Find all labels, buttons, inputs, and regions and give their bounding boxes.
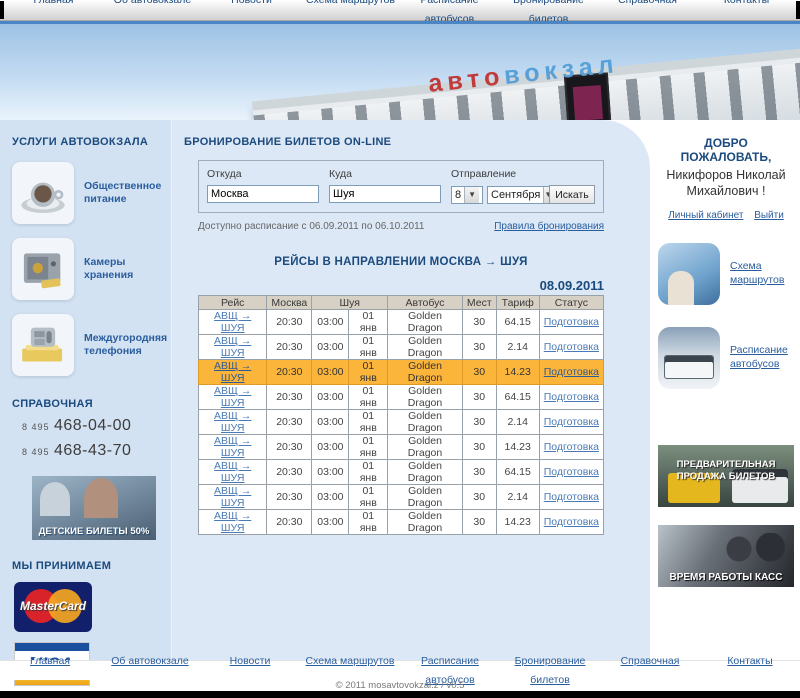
welcome-heading: ДОБРО ПОЖАЛОВАТЬ, xyxy=(680,136,772,164)
routes-date: 08.09.2011 xyxy=(539,278,604,293)
routes-table: Рейс Москва Шуя Автобус Мест Тариф Стату… xyxy=(197,295,605,535)
service-label: Камеры хранения xyxy=(84,255,134,281)
table-row: АВЩ → ШУЯ 20:30 03:00 01 янв Golden Dragon 30… xyxy=(197,509,605,535)
route-link[interactable]: АВЩ → ШУЯ xyxy=(214,460,251,484)
status-link[interactable]: Подготовка xyxy=(544,316,599,328)
to-input[interactable] xyxy=(329,185,441,203)
col-status: Статус xyxy=(538,295,605,310)
payments-title: МЫ ПРИНИМАЕМ xyxy=(12,560,112,572)
col-bus: Автобус xyxy=(387,295,463,310)
col-route: Рейс xyxy=(197,295,268,310)
routes-title: РЕЙСЫ В НАПРАВЛЕНИИ МОСКВА → ШУЯ xyxy=(274,256,528,268)
table-row: АВЩ → ШУЯ 20:30 03:00 01 янв Golden Dragon 30… xyxy=(197,384,605,410)
table-header-row: Рейс Москва Шуя Автобус Мест Тариф Стату… xyxy=(197,295,605,310)
phone-icon xyxy=(12,314,74,376)
timetable-link[interactable]: Расписание автобусов xyxy=(730,344,794,371)
routes-table-body: АВЩ → ШУЯ 20:30 03:00 01 янв Golden Dragon 30… xyxy=(197,309,605,535)
route-link[interactable]: АВЩ → ШУЯ xyxy=(214,510,251,534)
departure-label: Отправление xyxy=(451,168,517,180)
page: Главная Об автовокзале Новости Схема маршру… xyxy=(0,0,800,698)
left-sidebar: УСЛУГИ АВТОВОКЗАЛА Общественное питание … xyxy=(0,120,172,698)
booking-title: БРОНИРОВАНИЕ БИЛЕТОВ ON-LINE xyxy=(184,136,392,148)
table-row: АВЩ → ШУЯ 20:30 03:00 01 янв Golden Dragon 30… xyxy=(197,484,605,510)
phone-number: 8 495 468-04-00 xyxy=(22,417,132,434)
table-row: АВЩ → ШУЯ 20:30 03:00 01 янв Golden Dragon 30… xyxy=(197,459,605,485)
kids-banner-text: ДЕТСКИЕ БИЛЕТЫ 50% xyxy=(38,526,150,537)
content-area: УСЛУГИ АВТОВОКЗАЛА Общественное питание … xyxy=(0,120,800,698)
presale-banner[interactable]: ПРЕДВАРИТЕЛЬНАЯ ПРОДАЖА БИЛЕТОВ xyxy=(658,444,794,507)
booking-rules-link[interactable]: Правила бронирования xyxy=(494,221,604,232)
booking-form: Откуда Куда Отправление 8 ▼ xyxy=(198,160,604,213)
route-link[interactable]: АВЩ → ШУЯ xyxy=(214,485,251,509)
main-column: БРОНИРОВАНИЕ БИЛЕТОВ ON-LINE Откуда Куда… xyxy=(172,120,650,660)
right-sidebar: ДОБРО ПОЖАЛОВАТЬ, Никифоров Николай Миха… xyxy=(650,120,800,660)
footer-nav: Главная Об автовокзале Новости Схема маршру… xyxy=(0,655,800,686)
route-scheme-image[interactable] xyxy=(658,242,720,305)
table-row: АВЩ → ШУЯ 20:30 03:00 01 янв Golden Dragon 30… xyxy=(197,334,605,360)
blue-panel: УСЛУГИ АВТОВОКЗАЛА Общественное питание … xyxy=(0,120,650,698)
queue-photo xyxy=(718,532,788,573)
col-shuya: Шуя xyxy=(311,295,389,310)
chevron-down-icon: ▼ xyxy=(464,186,480,203)
scheme-link[interactable]: Схема маршрутов xyxy=(730,260,794,287)
status-link[interactable]: Подготовка xyxy=(544,391,599,403)
kassa-hours-banner[interactable]: ВРЕМЯ РАБОТЫ КАСС xyxy=(658,524,794,587)
route-link[interactable]: АВЩ → ШУЯ xyxy=(214,360,251,384)
scheme-link-row: Схема маршрутов xyxy=(658,242,794,305)
user-name: Никифоров Николай Михайлович ! xyxy=(666,168,786,199)
bus-timetable-image[interactable] xyxy=(658,326,720,389)
account-link[interactable]: Личный кабинет xyxy=(668,210,743,221)
col-moscow: Москва xyxy=(266,295,313,310)
status-link[interactable]: Подготовка xyxy=(544,491,599,503)
services-title: УСЛУГИ АВТОВОКЗАЛА xyxy=(12,136,149,148)
col-seats: Мест xyxy=(461,295,497,310)
hero-photo: автовокзал xyxy=(0,24,800,120)
month-select[interactable]: Сентября ▼ xyxy=(487,185,553,204)
route-link[interactable]: АВЩ → ШУЯ xyxy=(214,310,251,334)
timetable-link-row: Расписание автобусов xyxy=(658,326,794,389)
coffee-cup-icon xyxy=(12,162,74,224)
route-link[interactable]: АВЩ → ШУЯ xyxy=(214,335,251,359)
phone-number: 8 495 468-43-70 xyxy=(22,442,132,459)
status-link[interactable]: Подготовка xyxy=(544,466,599,478)
from-label: Откуда xyxy=(207,168,242,180)
search-button[interactable]: Искать xyxy=(549,185,595,204)
route-link[interactable]: АВЩ → ШУЯ xyxy=(214,435,251,459)
kids-tickets-banner[interactable]: ДЕТСКИЕ БИЛЕТЫ 50% xyxy=(32,476,156,540)
status-link[interactable]: Подготовка xyxy=(544,516,599,528)
table-row: АВЩ → ШУЯ 20:30 03:00 01 янв Golden Dragon 30… xyxy=(197,309,605,335)
bottom-bar xyxy=(0,691,800,698)
service-label: Междугородняя телефония xyxy=(84,331,168,357)
status-link[interactable]: Подготовка xyxy=(544,341,599,353)
table-row: АВЩ → ШУЯ 20:30 03:00 01 янв Golden Dragon 30… xyxy=(197,359,605,385)
day-select[interactable]: 8 ▼ xyxy=(451,185,483,204)
table-row: АВЩ → ШУЯ 20:30 03:00 01 янв Golden Dragon 30… xyxy=(197,434,605,460)
service-label: Общественное питание xyxy=(84,179,162,205)
status-link[interactable]: Подготовка xyxy=(544,416,599,428)
service-item-lockers[interactable]: Камеры хранения xyxy=(12,238,165,300)
col-tariff: Тариф xyxy=(495,295,540,310)
table-row: АВЩ → ШУЯ 20:30 03:00 01 янв Golden Dragon 30… xyxy=(197,409,605,435)
nav-edge-right xyxy=(796,1,800,19)
top-nav: Главная Об автовокзале Новости Схема маршру… xyxy=(0,0,800,25)
mastercard-logo: MasterCard xyxy=(14,582,92,632)
from-input[interactable] xyxy=(207,185,319,203)
status-link[interactable]: Подготовка xyxy=(544,366,599,378)
safe-icon xyxy=(12,238,74,300)
route-link[interactable]: АВЩ → ШУЯ xyxy=(214,410,251,434)
schedule-note: Доступно расписание с 06.09.2011 по 06.1… xyxy=(198,221,425,232)
to-label: Куда xyxy=(329,168,352,180)
copyright: © 2011 mosavtovokzal.z / v0.5 xyxy=(335,680,465,691)
service-item-catering[interactable]: Общественное питание xyxy=(12,162,165,224)
logout-link[interactable]: Выйти xyxy=(754,210,784,221)
status-link[interactable]: Подготовка xyxy=(544,441,599,453)
service-item-telephony[interactable]: Междугородняя телефония xyxy=(12,314,168,376)
info-title: СПРАВОЧНАЯ xyxy=(12,398,93,410)
route-link[interactable]: АВЩ → ШУЯ xyxy=(214,385,251,409)
